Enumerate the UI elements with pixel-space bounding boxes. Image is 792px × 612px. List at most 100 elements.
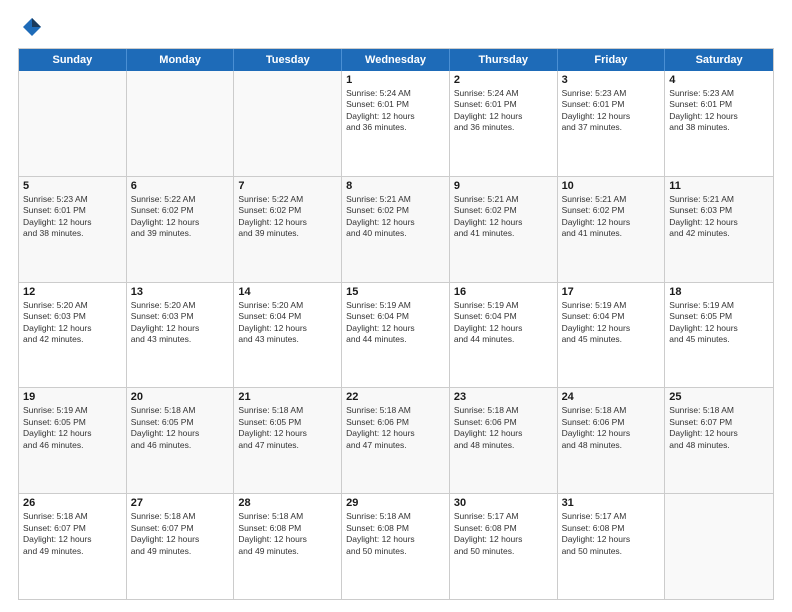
day-cell-4: 4 Sunrise: 5:23 AM Sunset: 6:01 PM Daylig… [665, 71, 773, 176]
cell-info: Sunrise: 5:19 AM Sunset: 6:05 PM Dayligh… [23, 405, 122, 451]
cell-info: Sunrise: 5:23 AM Sunset: 6:01 PM Dayligh… [23, 194, 122, 240]
day-number: 18 [669, 286, 769, 298]
cell-info: Sunrise: 5:18 AM Sunset: 6:07 PM Dayligh… [669, 405, 769, 451]
day-number: 7 [238, 180, 337, 192]
header-day-tuesday: Tuesday [234, 49, 342, 71]
cell-info: Sunrise: 5:22 AM Sunset: 6:02 PM Dayligh… [238, 194, 337, 240]
calendar-row-4: 26 Sunrise: 5:18 AM Sunset: 6:07 PM Dayli… [19, 494, 773, 599]
cell-info: Sunrise: 5:18 AM Sunset: 6:05 PM Dayligh… [238, 405, 337, 451]
cell-info: Sunrise: 5:18 AM Sunset: 6:08 PM Dayligh… [238, 511, 337, 557]
day-number: 15 [346, 286, 445, 298]
day-cell-10: 10 Sunrise: 5:21 AM Sunset: 6:02 PM Dayli… [558, 177, 666, 282]
day-number: 6 [131, 180, 230, 192]
header-day-thursday: Thursday [450, 49, 558, 71]
header [18, 18, 774, 38]
cell-info: Sunrise: 5:23 AM Sunset: 6:01 PM Dayligh… [562, 88, 661, 134]
day-number: 10 [562, 180, 661, 192]
day-cell-15: 15 Sunrise: 5:19 AM Sunset: 6:04 PM Dayli… [342, 283, 450, 388]
day-number: 31 [562, 497, 661, 509]
cell-info: Sunrise: 5:18 AM Sunset: 6:08 PM Dayligh… [346, 511, 445, 557]
day-cell-30: 30 Sunrise: 5:17 AM Sunset: 6:08 PM Dayli… [450, 494, 558, 599]
cell-info: Sunrise: 5:18 AM Sunset: 6:07 PM Dayligh… [131, 511, 230, 557]
day-number: 4 [669, 74, 769, 86]
calendar-header: SundayMondayTuesdayWednesdayThursdayFrid… [19, 49, 773, 71]
cell-info: Sunrise: 5:22 AM Sunset: 6:02 PM Dayligh… [131, 194, 230, 240]
cell-info: Sunrise: 5:18 AM Sunset: 6:05 PM Dayligh… [131, 405, 230, 451]
logo-icon [21, 16, 43, 38]
calendar-body: 1Sunrise: 5:24 AM Sunset: 6:01 PM Daylig… [19, 71, 773, 599]
header-day-sunday: Sunday [19, 49, 127, 71]
header-day-saturday: Saturday [665, 49, 773, 71]
day-cell-25: 25 Sunrise: 5:18 AM Sunset: 6:07 PM Dayli… [665, 388, 773, 493]
day-number: 20 [131, 391, 230, 403]
day-cell-1: 1Sunrise: 5:24 AM Sunset: 6:01 PM Daylig… [342, 71, 450, 176]
day-cell-6: 6 Sunrise: 5:22 AM Sunset: 6:02 PM Daylig… [127, 177, 235, 282]
day-number: 17 [562, 286, 661, 298]
cell-info: Sunrise: 5:19 AM Sunset: 6:05 PM Dayligh… [669, 300, 769, 346]
calendar-row-0: 1Sunrise: 5:24 AM Sunset: 6:01 PM Daylig… [19, 71, 773, 177]
day-cell-16: 16Sunrise: 5:19 AM Sunset: 6:04 PM Dayli… [450, 283, 558, 388]
empty-cell [19, 71, 127, 176]
cell-info: Sunrise: 5:21 AM Sunset: 6:02 PM Dayligh… [346, 194, 445, 240]
day-number: 11 [669, 180, 769, 192]
day-number: 8 [346, 180, 445, 192]
empty-cell [127, 71, 235, 176]
day-number: 9 [454, 180, 553, 192]
day-cell-8: 8 Sunrise: 5:21 AM Sunset: 6:02 PM Daylig… [342, 177, 450, 282]
header-day-wednesday: Wednesday [342, 49, 450, 71]
day-number: 28 [238, 497, 337, 509]
day-cell-3: 3 Sunrise: 5:23 AM Sunset: 6:01 PM Daylig… [558, 71, 666, 176]
day-number: 30 [454, 497, 553, 509]
day-cell-23: 23Sunrise: 5:18 AM Sunset: 6:06 PM Dayli… [450, 388, 558, 493]
day-cell-14: 14Sunrise: 5:20 AM Sunset: 6:04 PM Dayli… [234, 283, 342, 388]
header-day-friday: Friday [558, 49, 666, 71]
day-cell-18: 18 Sunrise: 5:19 AM Sunset: 6:05 PM Dayli… [665, 283, 773, 388]
day-cell-5: 5 Sunrise: 5:23 AM Sunset: 6:01 PM Daylig… [19, 177, 127, 282]
page: SundayMondayTuesdayWednesdayThursdayFrid… [0, 0, 792, 612]
day-number: 25 [669, 391, 769, 403]
day-cell-9: 9 Sunrise: 5:21 AM Sunset: 6:02 PM Daylig… [450, 177, 558, 282]
day-cell-19: 19Sunrise: 5:19 AM Sunset: 6:05 PM Dayli… [19, 388, 127, 493]
cell-info: Sunrise: 5:21 AM Sunset: 6:02 PM Dayligh… [454, 194, 553, 240]
cell-info: Sunrise: 5:18 AM Sunset: 6:07 PM Dayligh… [23, 511, 122, 557]
cell-info: Sunrise: 5:20 AM Sunset: 6:03 PM Dayligh… [23, 300, 122, 346]
cell-info: Sunrise: 5:23 AM Sunset: 6:01 PM Dayligh… [669, 88, 769, 134]
empty-cell [665, 494, 773, 599]
cell-info: Sunrise: 5:21 AM Sunset: 6:02 PM Dayligh… [562, 194, 661, 240]
calendar-row-1: 5 Sunrise: 5:23 AM Sunset: 6:01 PM Daylig… [19, 177, 773, 283]
day-number: 24 [562, 391, 661, 403]
day-number: 13 [131, 286, 230, 298]
day-cell-2: 2Sunrise: 5:24 AM Sunset: 6:01 PM Daylig… [450, 71, 558, 176]
day-cell-20: 20 Sunrise: 5:18 AM Sunset: 6:05 PM Dayli… [127, 388, 235, 493]
day-cell-22: 22 Sunrise: 5:18 AM Sunset: 6:06 PM Dayli… [342, 388, 450, 493]
day-cell-31: 31Sunrise: 5:17 AM Sunset: 6:08 PM Dayli… [558, 494, 666, 599]
day-number: 22 [346, 391, 445, 403]
calendar-row-2: 12 Sunrise: 5:20 AM Sunset: 6:03 PM Dayli… [19, 283, 773, 389]
logo [18, 18, 43, 38]
cell-info: Sunrise: 5:17 AM Sunset: 6:08 PM Dayligh… [454, 511, 553, 557]
day-number: 3 [562, 74, 661, 86]
cell-info: Sunrise: 5:18 AM Sunset: 6:06 PM Dayligh… [562, 405, 661, 451]
cell-info: Sunrise: 5:24 AM Sunset: 6:01 PM Dayligh… [346, 88, 445, 134]
day-number: 27 [131, 497, 230, 509]
day-cell-24: 24 Sunrise: 5:18 AM Sunset: 6:06 PM Dayli… [558, 388, 666, 493]
day-cell-11: 11Sunrise: 5:21 AM Sunset: 6:03 PM Dayli… [665, 177, 773, 282]
day-cell-26: 26 Sunrise: 5:18 AM Sunset: 6:07 PM Dayli… [19, 494, 127, 599]
day-number: 2 [454, 74, 553, 86]
day-cell-28: 28 Sunrise: 5:18 AM Sunset: 6:08 PM Dayli… [234, 494, 342, 599]
calendar: SundayMondayTuesdayWednesdayThursdayFrid… [18, 48, 774, 600]
cell-info: Sunrise: 5:20 AM Sunset: 6:03 PM Dayligh… [131, 300, 230, 346]
cell-info: Sunrise: 5:19 AM Sunset: 6:04 PM Dayligh… [454, 300, 553, 346]
day-number: 26 [23, 497, 122, 509]
cell-info: Sunrise: 5:18 AM Sunset: 6:06 PM Dayligh… [454, 405, 553, 451]
empty-cell [234, 71, 342, 176]
day-cell-27: 27 Sunrise: 5:18 AM Sunset: 6:07 PM Dayli… [127, 494, 235, 599]
cell-info: Sunrise: 5:19 AM Sunset: 6:04 PM Dayligh… [562, 300, 661, 346]
day-number: 5 [23, 180, 122, 192]
day-number: 12 [23, 286, 122, 298]
day-number: 21 [238, 391, 337, 403]
cell-info: Sunrise: 5:19 AM Sunset: 6:04 PM Dayligh… [346, 300, 445, 346]
header-day-monday: Monday [127, 49, 235, 71]
cell-info: Sunrise: 5:18 AM Sunset: 6:06 PM Dayligh… [346, 405, 445, 451]
calendar-row-3: 19Sunrise: 5:19 AM Sunset: 6:05 PM Dayli… [19, 388, 773, 494]
